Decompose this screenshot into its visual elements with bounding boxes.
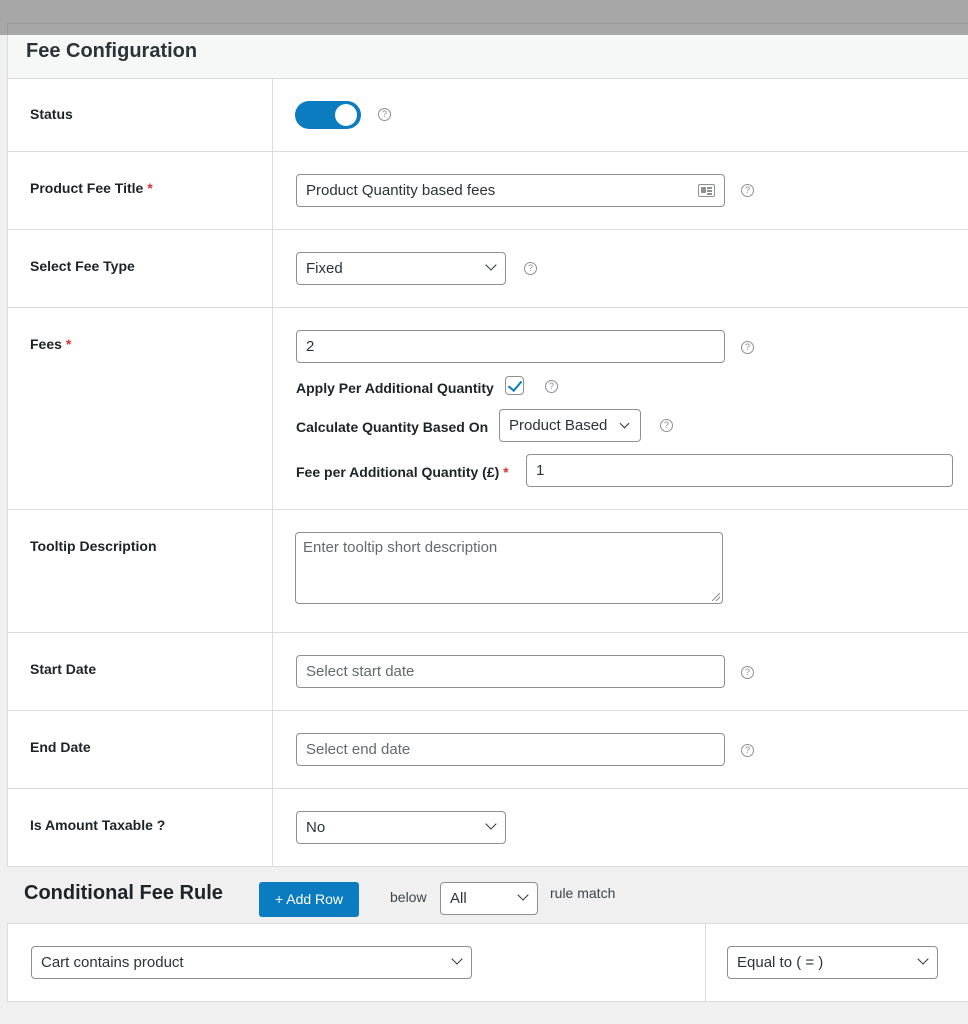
fee-title-input[interactable]: Product Quantity based fees [296, 174, 725, 207]
start-date-input[interactable]: Select start date [296, 655, 725, 688]
help-icon[interactable]: ? [378, 108, 391, 121]
row-fees: Fees * 2 ? Apply Per Additional Quantity… [8, 308, 968, 510]
row-fee-title: Product Fee Title * Product Quantity bas… [8, 152, 968, 230]
end-date-label: End Date [8, 711, 273, 788]
tooltip-label: Tooltip Description [8, 510, 273, 632]
row-start-date: Start Date Select start date ? [8, 633, 968, 711]
status-toggle[interactable] [295, 101, 361, 129]
calculate-based-on-label: Calculate Quantity Based On [296, 419, 489, 435]
required-marker: * [147, 180, 153, 196]
add-row-button[interactable]: + Add Row [259, 882, 359, 917]
toggle-knob [335, 104, 357, 126]
chevron-down-icon [485, 259, 497, 271]
fees-label: Fees [30, 336, 62, 352]
chevron-down-icon [917, 953, 929, 965]
taxable-label: Is Amount Taxable ? [8, 789, 273, 866]
fee-configuration-panel: Fee Configuration Status ? Product Fee T… [7, 35, 968, 867]
fee-per-additional-input[interactable]: 1 [526, 454, 953, 487]
conditional-rule-table: Cart contains product Equal to ( = ) [7, 923, 968, 1002]
help-icon[interactable]: ? [741, 184, 754, 197]
resize-grip-icon[interactable] [712, 593, 720, 601]
panel-title: Fee Configuration [26, 40, 198, 62]
below-label: below [390, 889, 427, 905]
start-date-label: Start Date [8, 633, 273, 710]
help-icon[interactable]: ? [741, 666, 754, 679]
fee-type-select[interactable]: Fixed [296, 252, 506, 285]
required-marker: * [503, 464, 509, 480]
end-date-input[interactable]: Select end date [296, 733, 725, 766]
panel-header: Fee Configuration [8, 35, 968, 79]
fee-title-label: Product Fee Title [30, 180, 144, 196]
conditional-rule-title: Conditional Fee Rule [24, 882, 223, 904]
row-fee-type: Select Fee Type Fixed ? [8, 230, 968, 308]
status-label: Status [8, 79, 273, 151]
row-tooltip: Tooltip Description Enter tooltip short … [8, 510, 968, 633]
help-icon[interactable]: ? [660, 419, 673, 432]
fee-per-additional-label: Fee per Additional Quantity (£) [296, 464, 500, 480]
apply-per-additional-checkbox[interactable] [505, 376, 524, 395]
row-status: Status ? [8, 79, 968, 152]
contact-card-icon[interactable] [698, 184, 715, 197]
help-icon[interactable]: ? [524, 262, 537, 275]
chevron-down-icon [451, 953, 463, 965]
help-icon[interactable]: ? [545, 380, 558, 393]
calculate-based-on-select[interactable]: Product Based [499, 409, 641, 442]
row-end-date: End Date Select end date ? [8, 711, 968, 789]
rule-match-label: rule match [550, 885, 616, 901]
apply-per-additional-label: Apply Per Additional Quantity [296, 380, 494, 396]
row-taxable: Is Amount Taxable ? No [8, 789, 968, 866]
required-marker: * [65, 336, 72, 352]
fees-input[interactable]: 2 [296, 330, 725, 363]
chevron-down-icon [619, 418, 630, 429]
column-divider [705, 924, 706, 1001]
fee-type-label: Select Fee Type [8, 230, 273, 307]
tooltip-textarea[interactable]: Enter tooltip short description [295, 532, 723, 604]
chevron-down-icon [485, 818, 497, 830]
condition-select[interactable]: Cart contains product [31, 946, 472, 979]
help-icon[interactable]: ? [741, 744, 754, 757]
rule-match-select[interactable]: All [440, 882, 538, 915]
operator-select[interactable]: Equal to ( = ) [727, 946, 938, 979]
top-overlay-bar [0, 0, 968, 35]
taxable-select[interactable]: No [296, 811, 506, 844]
help-icon[interactable]: ? [741, 341, 754, 354]
chevron-down-icon [517, 889, 529, 901]
